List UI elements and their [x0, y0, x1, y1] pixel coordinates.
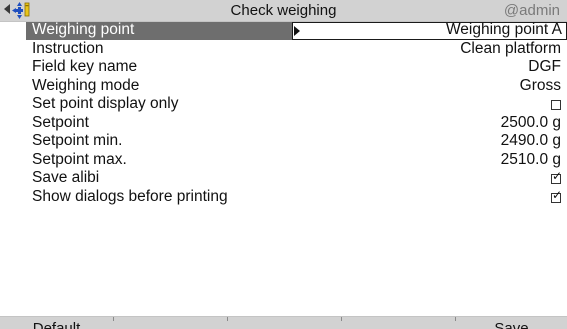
row-value: Weighing point A	[445, 21, 562, 38]
title-bar: Check weighing @admin	[0, 0, 567, 22]
row-label: Show dialogs before printing	[32, 187, 228, 205]
row-value: ✓	[551, 169, 562, 188]
softkey-bar: Default Save	[0, 316, 567, 329]
row-label: Instruction	[32, 39, 104, 57]
row-instruction[interactable]: Instruction Clean platform	[26, 40, 567, 59]
set-point-display-only-checkbox[interactable]	[551, 100, 561, 110]
row-label: Setpoint max.	[32, 150, 127, 168]
row-setpoint-max[interactable]: Setpoint max. 2510.0 g	[26, 151, 567, 170]
page-title: Check weighing	[230, 2, 337, 19]
row-value: ✓	[551, 188, 562, 207]
row-label: Setpoint min.	[32, 132, 123, 149]
row-value: Gross	[519, 76, 561, 94]
checkmark-icon: ✓	[552, 169, 563, 183]
row-setpoint-min[interactable]: Setpoint min. 2490.0 g	[26, 132, 567, 151]
softkey-4-button[interactable]	[342, 317, 455, 329]
softkey-3-button[interactable]	[228, 317, 341, 329]
save-alibi-checkbox[interactable]: ✓	[551, 169, 562, 184]
row-value: DGF	[528, 58, 561, 75]
row-weighing-mode[interactable]: Weighing mode Gross	[26, 77, 567, 96]
row-show-dialogs-before-printing[interactable]: Show dialogs before printing ✓	[26, 188, 567, 207]
user-label: @admin	[503, 2, 560, 19]
row-field-key-name[interactable]: Field key name DGF	[26, 58, 567, 77]
row-label: Setpoint	[32, 113, 89, 131]
row-label: Field key name	[32, 58, 138, 75]
save-button[interactable]: Save	[456, 317, 567, 329]
row-label: Set point display only	[32, 95, 179, 112]
row-set-point-display-only[interactable]: Set point display only	[26, 95, 567, 114]
row-value: Clean platform	[460, 39, 561, 57]
row-value	[551, 95, 561, 114]
row-save-alibi[interactable]: Save alibi ✓	[26, 169, 567, 188]
settings-list: Weighing point Weighing point A Instruct…	[26, 21, 567, 206]
selection-arrow-icon	[294, 26, 300, 36]
row-value: 2490.0 g	[500, 132, 561, 149]
row-label: Weighing mode	[32, 76, 140, 94]
checkmark-icon: ✓	[552, 187, 563, 202]
row-setpoint[interactable]: Setpoint 2500.0 g	[26, 114, 567, 133]
default-button[interactable]: Default	[0, 317, 113, 329]
row-value: 2500.0 g	[500, 113, 561, 131]
row-value: 2510.0 g	[500, 150, 561, 168]
row-label: Save alibi	[32, 169, 100, 186]
softkey-2-button[interactable]	[114, 317, 227, 329]
row-weighing-point[interactable]: Weighing point Weighing point A	[26, 21, 567, 40]
row-label: Weighing point	[32, 21, 135, 38]
show-dialogs-checkbox[interactable]: ✓	[551, 188, 562, 203]
